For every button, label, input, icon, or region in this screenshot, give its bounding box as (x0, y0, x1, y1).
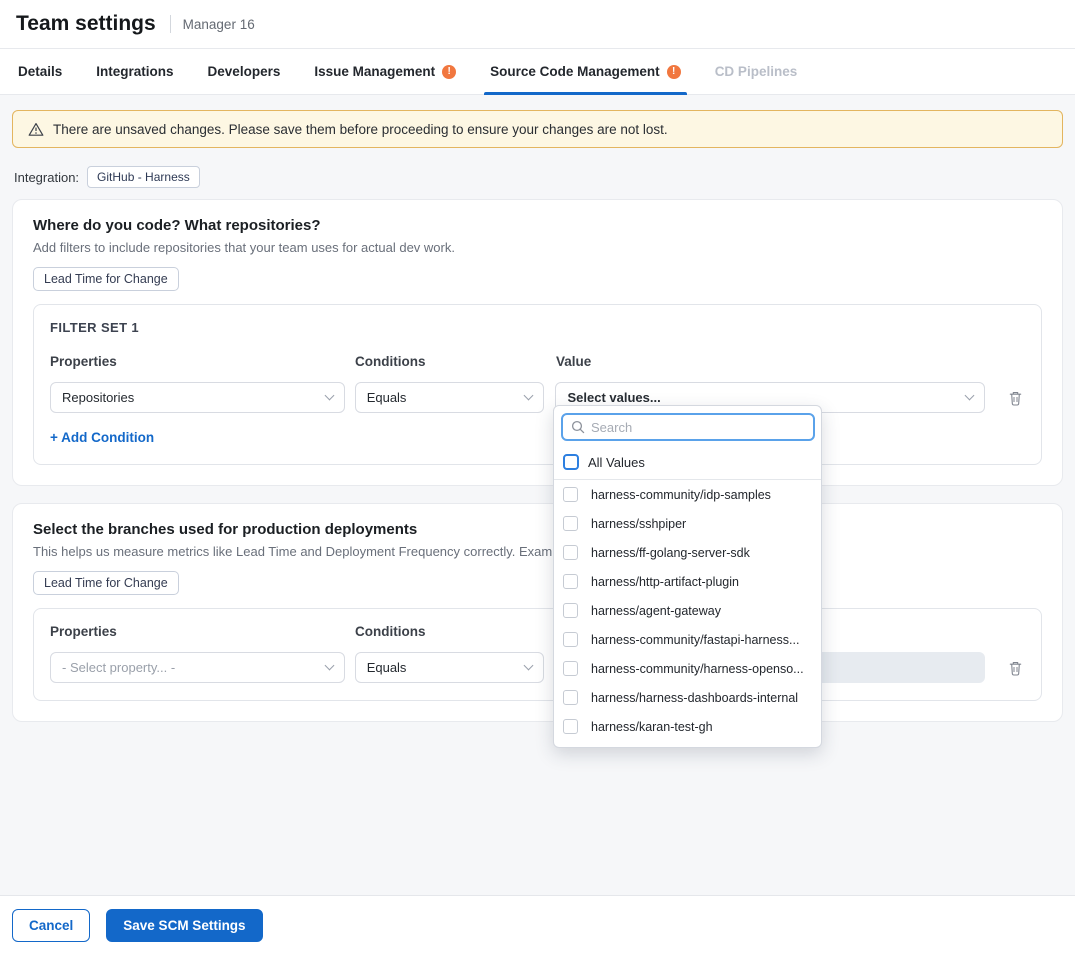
conditions-select[interactable]: Equals (355, 382, 545, 413)
trash-icon (1008, 390, 1023, 406)
repo-option[interactable]: harness/http-artifact-plugin (554, 567, 821, 596)
branches-filter-set: Properties Conditions Value - Select pro… (33, 608, 1042, 701)
delete-filter-button[interactable] (1005, 658, 1025, 678)
value-header: Value (556, 354, 986, 369)
values-dropdown-panel: All Values harness-community/idp-samples… (553, 405, 822, 748)
repo-checkbox[interactable] (563, 545, 578, 560)
properties-select[interactable]: Repositories (50, 382, 345, 413)
filter-column-headers: Properties Conditions Value (50, 354, 1025, 369)
repo-option[interactable]: harness-community/idp-samples (554, 480, 821, 509)
unsaved-changes-banner: There are unsaved changes. Please save t… (12, 110, 1063, 148)
delete-filter-button[interactable] (1005, 388, 1025, 408)
dropdown-search (561, 413, 815, 441)
repo-checkbox[interactable] (563, 719, 578, 734)
conditions-select[interactable]: Equals (355, 652, 545, 683)
branches-card: Select the branches used for production … (12, 503, 1063, 722)
page-title: Team settings (16, 12, 156, 36)
filter-column-headers: Properties Conditions Value (50, 624, 1025, 639)
tab-cd-pipelines[interactable]: CD Pipelines (713, 49, 800, 94)
filter-row: Repositories Equals Select values... (50, 382, 1025, 413)
warning-badge-icon: ! (667, 65, 681, 79)
filter-row: - Select property... - Equals (50, 652, 1025, 683)
save-scm-settings-button[interactable]: Save SCM Settings (106, 909, 262, 942)
title-separator (170, 15, 171, 33)
repo-option[interactable]: harness/karan-test-gh (554, 712, 821, 741)
branches-card-title: Select the branches used for production … (33, 521, 1042, 538)
integration-row: Integration: GitHub - Harness (14, 166, 1075, 188)
filter-set-label: FILTER SET 1 (50, 320, 1025, 335)
tab-issue-management[interactable]: Issue Management ! (312, 49, 458, 94)
properties-header: Properties (50, 354, 345, 369)
cancel-button[interactable]: Cancel (12, 909, 90, 942)
page-header: Team settings Manager 16 (0, 0, 1075, 48)
banner-text: There are unsaved changes. Please save t… (53, 122, 668, 137)
tab-integrations[interactable]: Integrations (94, 49, 175, 94)
trash-icon (1008, 660, 1023, 676)
chevron-down-icon (324, 391, 334, 401)
tab-details[interactable]: Details (16, 49, 64, 94)
tab-source-code-management[interactable]: Source Code Management ! (488, 49, 683, 94)
content-area: There are unsaved changes. Please save t… (0, 95, 1075, 895)
branches-card-subtitle: This helps us measure metrics like Lead … (33, 544, 1042, 559)
repo-option[interactable]: harness-community/fastapi-harness... (554, 625, 821, 654)
search-input[interactable] (591, 420, 805, 435)
warning-badge-icon: ! (442, 65, 456, 79)
repo-checkbox[interactable] (563, 574, 578, 589)
chevron-down-icon (324, 661, 334, 671)
integration-label: Integration: (14, 170, 79, 185)
repo-option[interactable]: harness/sshpiper (554, 509, 821, 538)
all-values-option[interactable]: All Values (554, 447, 821, 479)
repositories-card-title: Where do you code? What repositories? (33, 217, 1042, 234)
repo-checkbox[interactable] (563, 690, 578, 705)
repo-option[interactable]: harness/ff-golang-server-sdk (554, 538, 821, 567)
team-name: Manager 16 (183, 17, 255, 32)
conditions-header: Conditions (355, 624, 545, 639)
chevron-down-icon (965, 391, 975, 401)
repo-checkbox[interactable] (563, 632, 578, 647)
footer-action-bar: Cancel Save SCM Settings (0, 895, 1075, 954)
add-condition-link[interactable]: + Add Condition (50, 430, 154, 445)
search-icon (571, 420, 585, 434)
tab-developers[interactable]: Developers (206, 49, 283, 94)
repo-option[interactable]: harness/agent-gateway (554, 596, 821, 625)
repo-option[interactable]: harness/... (554, 741, 821, 748)
integration-chip[interactable]: GitHub - Harness (87, 166, 200, 188)
tab-bar: Details Integrations Developers Issue Ma… (0, 48, 1075, 95)
repo-checkbox[interactable] (563, 603, 578, 618)
all-values-checkbox[interactable] (563, 454, 579, 470)
repo-checkbox[interactable] (563, 661, 578, 676)
repo-checkbox[interactable] (563, 487, 578, 502)
repo-option[interactable]: harness/harness-dashboards-internal (554, 683, 821, 712)
chevron-down-icon (524, 661, 534, 671)
lead-time-chip: Lead Time for Change (33, 571, 179, 595)
properties-header: Properties (50, 624, 345, 639)
repo-checkbox[interactable] (563, 516, 578, 531)
warning-triangle-icon (28, 122, 44, 137)
repositories-card: Where do you code? What repositories? Ad… (12, 199, 1063, 486)
conditions-header: Conditions (355, 354, 545, 369)
repo-option[interactable]: harness-community/harness-openso... (554, 654, 821, 683)
all-values-label: All Values (588, 455, 645, 470)
filter-set-1: FILTER SET 1 Properties Conditions Value… (33, 304, 1042, 465)
repositories-card-subtitle: Add filters to include repositories that… (33, 240, 1042, 255)
chevron-down-icon (524, 391, 534, 401)
properties-select[interactable]: - Select property... - (50, 652, 345, 683)
lead-time-chip: Lead Time for Change (33, 267, 179, 291)
